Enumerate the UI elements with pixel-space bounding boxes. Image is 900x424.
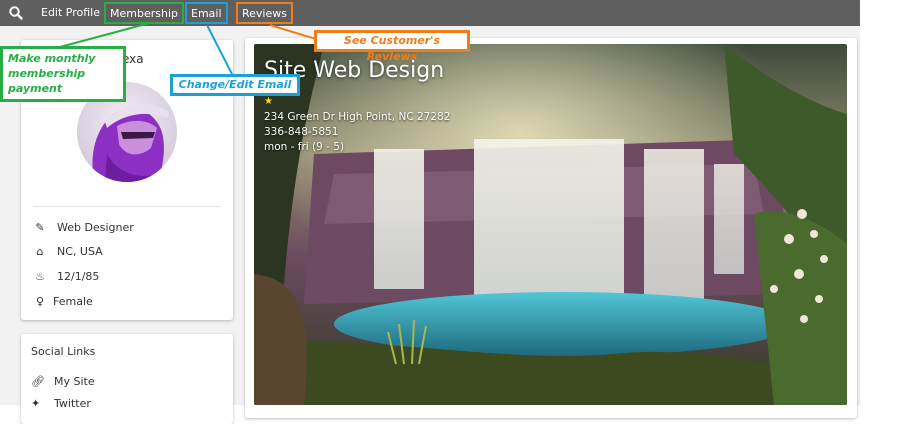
business-phone: 336-848-5851 bbox=[264, 126, 339, 138]
info-occupation: ✎ Web Designer bbox=[33, 220, 133, 236]
rating-star-icon[interactable]: ★ bbox=[264, 96, 273, 107]
hero-waterfall-image bbox=[254, 44, 847, 405]
info-birthday: ♨ 12/1/85 bbox=[33, 269, 99, 285]
business-address: 234 Green Dr High Point, NC 27282 bbox=[264, 111, 451, 123]
nav-edit-profile[interactable]: Edit Profile bbox=[41, 0, 100, 26]
email-callout: Change/Edit Email bbox=[170, 74, 300, 96]
search-icon[interactable] bbox=[8, 5, 24, 21]
info-location: ⌂ NC, USA bbox=[33, 244, 103, 260]
social-link-my-site[interactable]: 🔗︎ My Site bbox=[31, 375, 95, 388]
social-links-title: Social Links bbox=[31, 345, 96, 358]
nav-reviews[interactable]: Reviews bbox=[236, 2, 293, 24]
top-navbar: Edit Profile Membership Email Reviews bbox=[0, 0, 860, 26]
birthday-cake-icon: ♨ bbox=[35, 270, 45, 283]
twitter-icon: ✦ bbox=[31, 397, 41, 410]
pencil-icon: ✎ bbox=[35, 221, 45, 234]
home-icon: ⌂ bbox=[36, 245, 44, 258]
business-hours: mon - fri (9 - 5) bbox=[264, 141, 345, 153]
reviews-callout: See Customer's Reviews bbox=[314, 30, 470, 63]
female-icon: ♀ bbox=[35, 295, 45, 308]
info-gender: ♀ Female bbox=[33, 294, 93, 310]
membership-callout: Make monthly membership payment bbox=[0, 46, 126, 102]
nav-membership[interactable]: Membership bbox=[104, 2, 184, 24]
profile-divider bbox=[33, 206, 221, 207]
link-icon: 🔗︎ bbox=[31, 375, 45, 388]
social-link-twitter[interactable]: ✦ Twitter bbox=[31, 397, 91, 410]
nav-email[interactable]: Email bbox=[185, 2, 228, 24]
